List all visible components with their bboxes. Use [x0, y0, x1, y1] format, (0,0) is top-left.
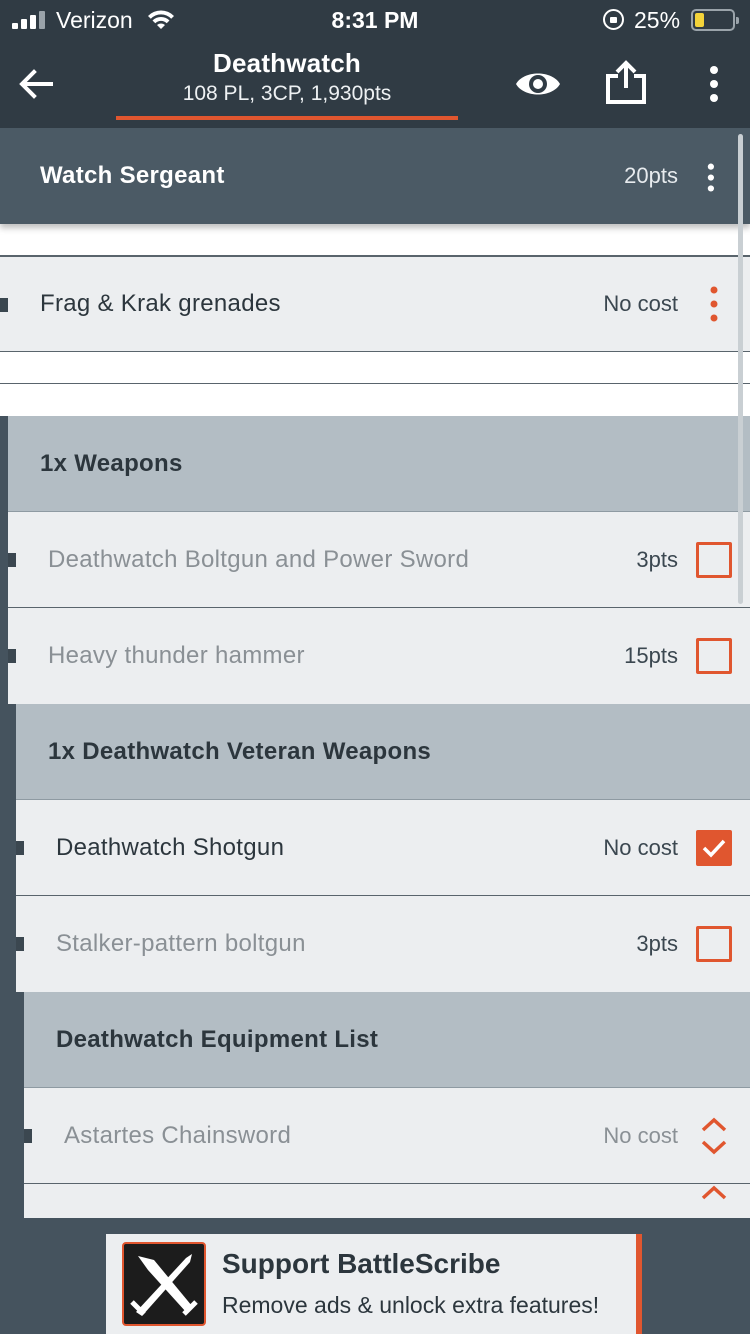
item-cost: 15pts: [624, 643, 678, 668]
status-bar: Verizon 8:31 PM 25%: [0, 0, 750, 40]
tree-connector: [0, 298, 8, 312]
battlescribe-logo-icon: [122, 1242, 206, 1326]
spacer: [0, 224, 750, 256]
item-label: Astartes Chainsword: [64, 1121, 292, 1149]
item-label: Heavy thunder hammer: [48, 642, 305, 669]
item-cost: No cost: [603, 1122, 678, 1148]
item-cost: No cost: [603, 834, 678, 860]
more-vertical-icon[interactable]: [700, 64, 728, 104]
title-underline: [116, 116, 458, 120]
option-checkbox-checked[interactable]: [696, 829, 732, 866]
stepper-icon[interactable]: [696, 1114, 732, 1158]
nest-gutter: [16, 992, 24, 1218]
nest-gutter: [8, 704, 16, 1218]
list-item-stalker-boltgun[interactable]: Stalker-pattern boltgun 3pts: [16, 896, 750, 992]
back-arrow-icon[interactable]: [16, 64, 56, 104]
unit-menu-icon[interactable]: [700, 156, 728, 196]
selection-list[interactable]: Watch Sergeant 20pts Frag & Krak grenade…: [0, 128, 750, 1218]
stepper-icon[interactable]: [696, 1182, 732, 1218]
list-item-heavy-thunder-hammer[interactable]: Heavy thunder hammer 15pts: [8, 608, 750, 704]
item-cost: 3pts: [636, 546, 678, 572]
group-title: 1x Deathwatch Veteran Weapons: [48, 737, 432, 765]
spacer: [0, 352, 750, 384]
tree-connector: [16, 841, 24, 855]
ad-title: Support BattleScribe: [222, 1248, 501, 1279]
group-title: 1x Weapons: [40, 449, 183, 477]
list-item-boltgun-power-sword[interactable]: Deathwatch Boltgun and Power Sword 3pts: [8, 512, 750, 608]
list-item-deathwatch-shotgun[interactable]: Deathwatch Shotgun No cost: [16, 800, 750, 896]
option-checkbox[interactable]: [696, 638, 732, 674]
battery-icon: [691, 9, 739, 31]
item-label: Deathwatch Shotgun: [56, 833, 285, 861]
list-item-astartes-chainsword[interactable]: Astartes Chainsword No cost: [24, 1088, 750, 1184]
unit-name: Watch Sergeant: [40, 162, 225, 189]
ad-subtitle: Remove ads & unlock extra features!: [222, 1292, 600, 1318]
tree-connector: [16, 937, 24, 951]
option-checkbox[interactable]: [696, 541, 732, 578]
checkmark-icon: [702, 839, 726, 858]
unit-row-watch-sergeant[interactable]: Watch Sergeant 20pts: [0, 128, 750, 224]
item-label: Deathwatch Boltgun and Power Sword: [48, 545, 470, 573]
battery-percent: 25%: [634, 7, 681, 33]
item-label: Frag & Krak grenades: [40, 290, 281, 317]
item-cost: No cost: [603, 291, 678, 316]
scrollbar[interactable]: [738, 134, 743, 604]
spacer: [0, 384, 750, 416]
crossed-swords-icon: [130, 1254, 198, 1316]
eye-icon[interactable]: [514, 64, 562, 104]
roster-summary: 108 PL, 3CP, 1,930pts: [182, 82, 392, 105]
tree-connector: [8, 649, 16, 663]
unit-cost: 20pts: [624, 163, 678, 188]
item-label: Stalker-pattern boltgun: [56, 930, 306, 957]
orientation-lock-icon: [603, 9, 624, 30]
tree-connector: [24, 1129, 32, 1143]
app-toolbar: Verizon 8:31 PM 25% Deathwatch 108 PL, 3…: [0, 0, 750, 128]
item-menu-icon[interactable]: [700, 284, 728, 324]
tree-connector: [8, 553, 16, 567]
roster-title[interactable]: Deathwatch 108 PL, 3CP, 1,930pts: [116, 48, 458, 120]
group-header-equipment-list[interactable]: Deathwatch Equipment List: [24, 992, 750, 1088]
group-header-weapons[interactable]: 1x Weapons: [8, 416, 750, 512]
ad-banner[interactable]: Support BattleScribe Remove ads & unlock…: [106, 1234, 642, 1334]
list-item-frag-krak-grenades[interactable]: Frag & Krak grenades No cost: [0, 256, 750, 352]
group-title: Deathwatch Equipment List: [56, 1025, 379, 1053]
nest-gutter: [0, 416, 8, 1218]
list-item-partial[interactable]: [24, 1184, 750, 1218]
option-checkbox[interactable]: [696, 926, 732, 962]
page-title: Deathwatch: [213, 48, 361, 78]
item-cost: 3pts: [636, 931, 678, 956]
group-header-veteran-weapons[interactable]: 1x Deathwatch Veteran Weapons: [16, 704, 750, 800]
share-icon[interactable]: [602, 58, 650, 106]
